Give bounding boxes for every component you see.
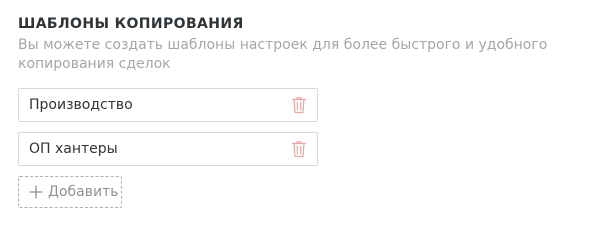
trash-icon[interactable] (291, 140, 307, 158)
template-item[interactable]: ОП хантеры (18, 132, 318, 166)
section-title: ШАБЛОНЫ КОПИРОВАНИЯ (18, 16, 244, 32)
template-list: Производство ОП хантеры (18, 88, 318, 176)
copy-templates-panel: ШАБЛОНЫ КОПИРОВАНИЯ Вы можете создать ша… (0, 0, 599, 233)
template-name: Производство (29, 97, 133, 113)
trash-icon[interactable] (291, 96, 307, 114)
add-template-button[interactable]: Добавить (18, 176, 122, 208)
template-name: ОП хантеры (29, 141, 118, 157)
section-description: Вы можете создать шаблоны настроек для б… (18, 37, 548, 72)
template-item[interactable]: Производство (18, 88, 318, 122)
plus-icon (29, 185, 43, 199)
add-button-label: Добавить (48, 184, 119, 200)
